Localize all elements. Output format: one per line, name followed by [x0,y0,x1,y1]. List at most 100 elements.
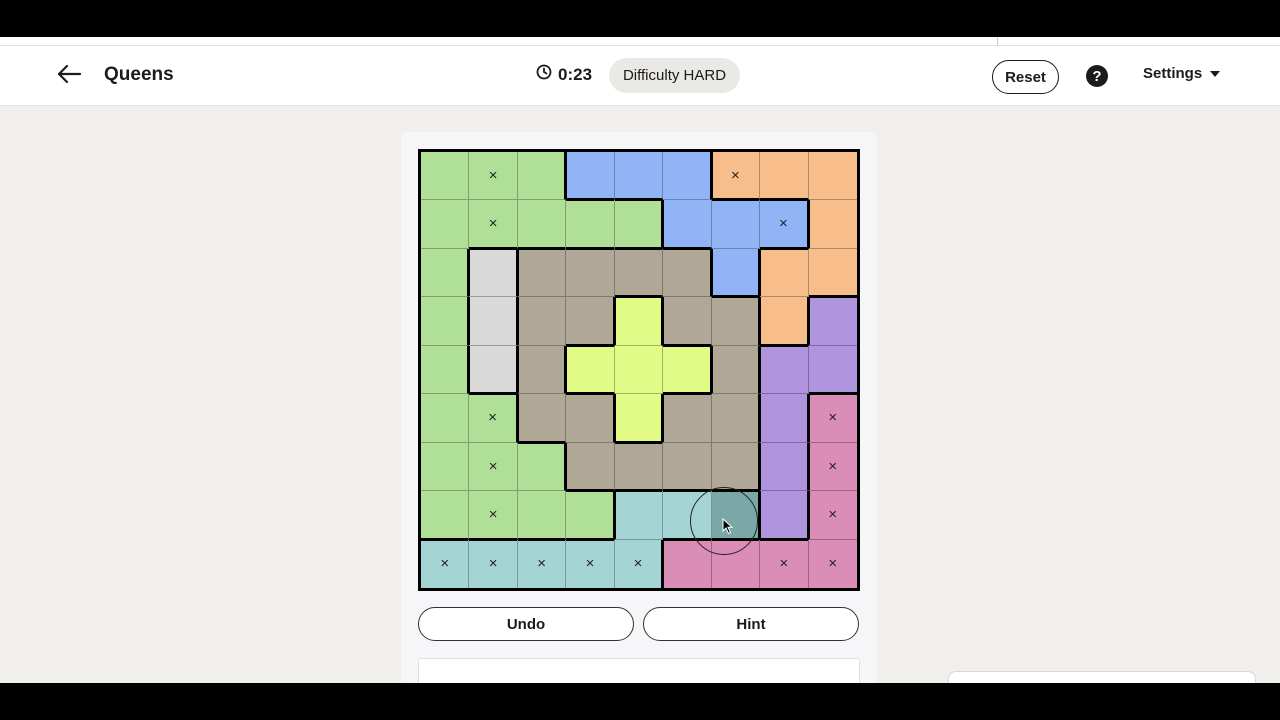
board-cell[interactable]: × [808,442,857,492]
board-cell[interactable] [421,394,470,443]
x-mark-icon: × [828,409,838,427]
board-cell[interactable] [469,297,518,346]
board-cell[interactable] [760,491,809,540]
board-cell[interactable] [566,442,615,492]
board-cell[interactable] [614,394,664,443]
board-cell[interactable] [808,152,857,201]
board-cell[interactable] [663,297,712,346]
board-cell[interactable] [566,491,615,540]
board-cell[interactable]: × [808,394,857,443]
board-cell[interactable] [469,345,518,395]
board-cell[interactable] [517,345,567,395]
board-cell[interactable] [566,152,615,201]
board-cell[interactable]: × [566,539,615,588]
board-cell[interactable]: × [808,539,857,588]
board-cell[interactable] [711,200,761,249]
caret-down-icon [1210,70,1221,77]
queens-board: × × × × × × × × × × × × × × × × × [418,149,860,591]
board-cell[interactable] [517,200,567,249]
board-cell[interactable]: × [517,539,567,588]
board-cell[interactable] [517,442,567,492]
x-mark-icon: × [488,555,498,573]
board-cell[interactable] [421,152,470,201]
board-cell[interactable] [566,394,615,443]
help-icon[interactable]: ? [1086,65,1108,87]
board-cell[interactable] [469,248,518,298]
clock-icon [536,64,552,85]
board-cell[interactable] [808,345,857,395]
hint-button[interactable]: Hint [643,607,859,641]
board-cell[interactable] [517,394,567,443]
x-mark-icon: × [731,166,740,184]
x-mark-icon: × [537,555,546,573]
info-panel [418,658,860,683]
board-cell[interactable] [663,442,712,492]
settings-dropdown[interactable]: Settings [1143,65,1221,82]
board-cell[interactable] [808,297,857,346]
board-cell[interactable] [566,297,615,346]
board-cell[interactable] [663,491,712,540]
board-cell[interactable] [760,442,809,492]
board-cell[interactable] [711,491,761,540]
board-cell[interactable] [760,248,809,298]
board-cell[interactable] [421,345,470,395]
board-cell[interactable] [711,442,761,492]
board-cell[interactable] [421,442,470,492]
board-cell[interactable] [421,297,470,346]
board-cell[interactable] [421,491,470,540]
board-cell[interactable] [566,345,615,395]
board-cell[interactable] [663,200,712,249]
board-cell[interactable] [517,248,567,298]
board-cell[interactable] [517,152,567,201]
page-title: Queens [104,64,174,85]
board-cell[interactable] [711,345,761,395]
board-cell[interactable] [663,248,712,298]
board-cell[interactable] [711,394,761,443]
board-cell[interactable] [421,200,470,249]
board-cell[interactable] [760,345,809,395]
board-cell[interactable] [614,152,664,201]
board-cell[interactable] [663,345,712,395]
board-cell[interactable] [614,248,664,298]
x-mark-icon: × [488,409,498,427]
board-cell[interactable] [614,442,664,492]
board-cell[interactable]: × [711,152,761,201]
board-cell[interactable] [566,248,615,298]
undo-button[interactable]: Undo [418,607,634,641]
reset-button[interactable]: Reset [992,60,1059,94]
board-cell[interactable] [711,248,761,298]
board-cell[interactable]: × [469,442,518,492]
board-cell[interactable] [760,297,809,346]
board-cell[interactable] [760,394,809,443]
board-cell[interactable] [566,200,615,249]
board-cell[interactable]: × [808,491,857,540]
board-cell[interactable] [517,297,567,346]
board-cell[interactable] [614,200,664,249]
board-cell[interactable] [614,297,664,346]
board-cell[interactable]: × [469,491,518,540]
board-cell[interactable] [517,491,567,540]
board-cell[interactable] [663,539,712,588]
board-cell[interactable]: × [469,539,518,588]
board-cell[interactable]: × [760,539,809,588]
x-mark-icon: × [778,215,788,233]
board-cell[interactable] [614,491,664,540]
settings-label: Settings [1143,65,1203,82]
board-cell[interactable]: × [469,200,518,249]
board-cell[interactable] [808,200,857,249]
board-cell[interactable]: × [421,539,470,588]
board-cell[interactable] [760,152,809,201]
board-cell[interactable] [711,539,761,588]
back-button[interactable] [54,62,84,90]
board-cell[interactable]: × [614,539,664,588]
board-cell[interactable]: × [469,394,518,443]
board-cell[interactable] [808,248,857,298]
board-cell[interactable] [663,152,712,201]
board-cell[interactable]: × [760,200,809,249]
board-cell[interactable]: × [469,152,518,201]
board-cell[interactable] [421,248,470,298]
x-mark-icon: × [585,555,595,573]
board-cell[interactable] [614,345,664,395]
board-cell[interactable] [663,394,712,443]
board-cell[interactable] [711,297,761,346]
